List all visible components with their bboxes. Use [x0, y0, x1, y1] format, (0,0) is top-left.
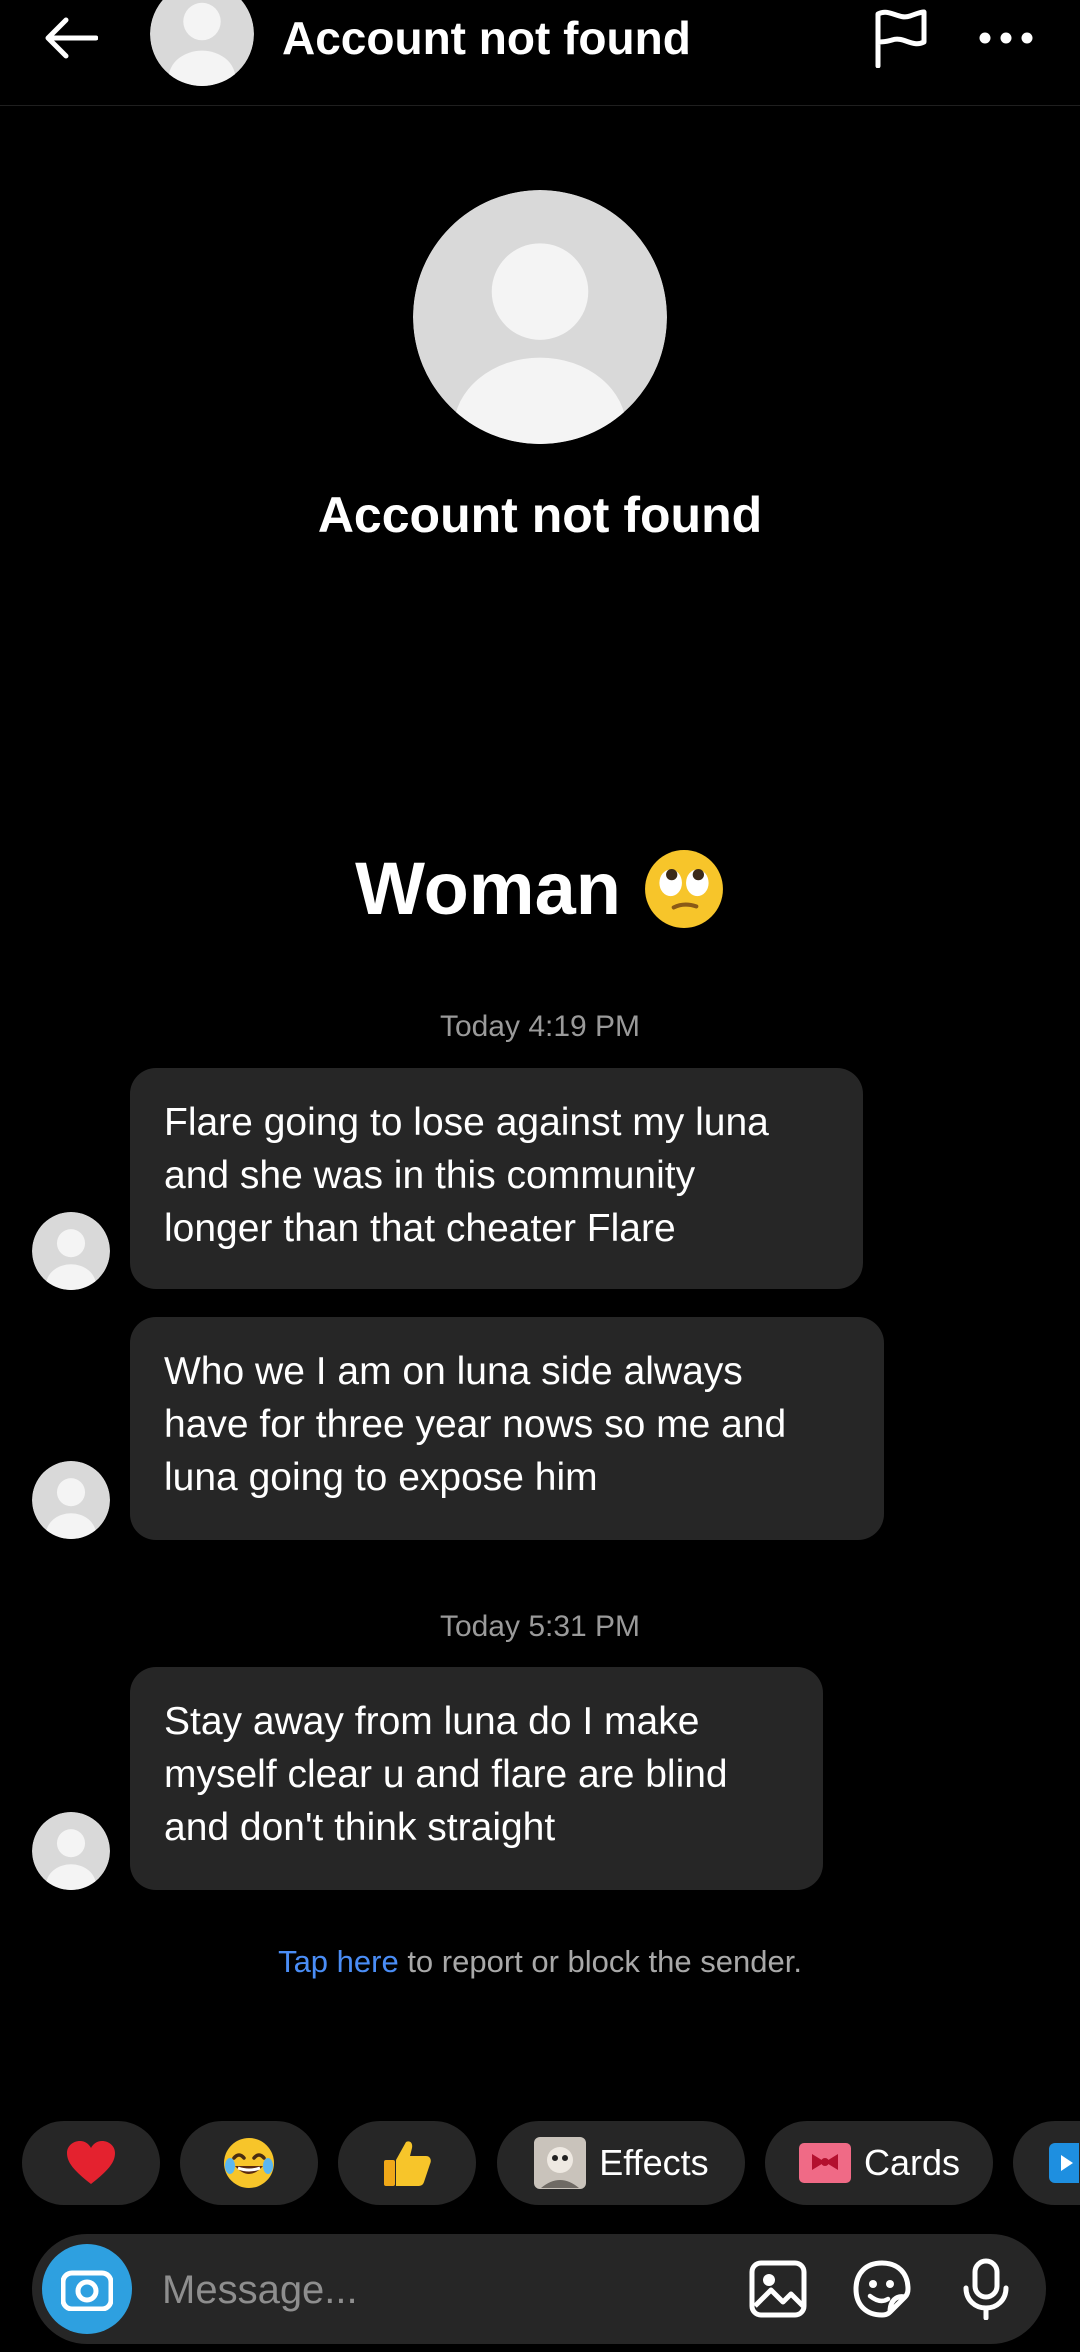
sticker-button[interactable] — [852, 2259, 912, 2319]
back-button[interactable] — [40, 8, 100, 68]
message-line: Who we I am on luna side always — [164, 1350, 743, 1393]
message-line: Flare going to lose against my luna — [164, 1101, 769, 1144]
effects-icon — [534, 2137, 587, 2189]
more-quick-action-button[interactable] — [1013, 2121, 1080, 2205]
effects-button[interactable]: Effects — [497, 2121, 745, 2205]
message-line: Stay away from luna do I make — [164, 1700, 700, 1743]
message-input[interactable] — [160, 2260, 724, 2320]
cards-label: Cards — [863, 2142, 961, 2183]
flag-icon — [875, 9, 927, 68]
camera-button[interactable] — [42, 2244, 132, 2334]
timestamp: Today 5:31 PM — [439, 1610, 641, 1643]
timestamp: Today 4:19 PM — [439, 1010, 641, 1043]
chat-header: Account not found — [0, 0, 1080, 106]
sender-avatar[interactable] — [32, 1212, 110, 1290]
sender-avatar[interactable] — [32, 1461, 110, 1539]
tap-here-link[interactable]: Tap here — [278, 1944, 399, 1979]
thumbs-up-reaction-button[interactable] — [338, 2121, 476, 2205]
report-flag-button[interactable] — [868, 6, 932, 70]
laugh-reaction-button[interactable] — [180, 2121, 318, 2205]
message-line: and don't think straight — [164, 1806, 556, 1849]
message-line: longer than that cheater Flare — [164, 1207, 676, 1250]
microphone-icon — [963, 2258, 1009, 2320]
message-line: luna going to expose him — [164, 1456, 598, 1499]
laughing-emoji-icon — [224, 2138, 274, 2188]
profile-name: Account not found — [317, 487, 763, 543]
sticker-icon — [853, 2260, 911, 2318]
more-dots-icon — [979, 32, 1033, 44]
camera-icon — [61, 2270, 113, 2311]
heart-icon — [67, 2141, 115, 2184]
thumbs-up-icon — [384, 2141, 431, 2186]
message-bubble[interactable]: Flare going to lose against my luna and … — [130, 1068, 863, 1289]
message-bubble[interactable]: Stay away from luna do I make myself cle… — [130, 1667, 823, 1890]
voice-message-button[interactable] — [956, 2258, 1016, 2320]
header-title[interactable]: Account not found — [282, 10, 691, 66]
message-line: myself clear u and flare are blind — [164, 1753, 728, 1796]
profile-avatar[interactable] — [413, 190, 667, 444]
header-avatar[interactable] — [150, 0, 254, 86]
message-line: have for three year nows so me and — [164, 1403, 787, 1446]
report-notice-text: to report or block the sender. — [398, 1944, 802, 1979]
caption-text: Woman — [355, 847, 621, 930]
more-options-button[interactable] — [976, 8, 1036, 68]
image-icon — [749, 2260, 807, 2318]
video-icon — [1049, 2143, 1079, 2183]
message-composer — [32, 2234, 1046, 2344]
eye-roll-emoji-icon — [644, 849, 723, 928]
effects-label: Effects — [599, 2142, 709, 2183]
back-arrow-icon — [45, 17, 98, 59]
gallery-button[interactable] — [748, 2259, 808, 2319]
message-line: and she was in this community — [164, 1154, 696, 1197]
message-bubble[interactable]: Who we I am on luna side always have for… — [130, 1317, 884, 1540]
heart-reaction-button[interactable] — [22, 2121, 160, 2205]
cards-icon — [798, 2143, 851, 2183]
report-block-notice: Tap here to report or block the sender. — [0, 1944, 1080, 1980]
sender-avatar[interactable] — [32, 1812, 110, 1890]
overlay-caption: Woman — [0, 846, 1080, 931]
cards-button[interactable]: Cards — [765, 2121, 993, 2205]
